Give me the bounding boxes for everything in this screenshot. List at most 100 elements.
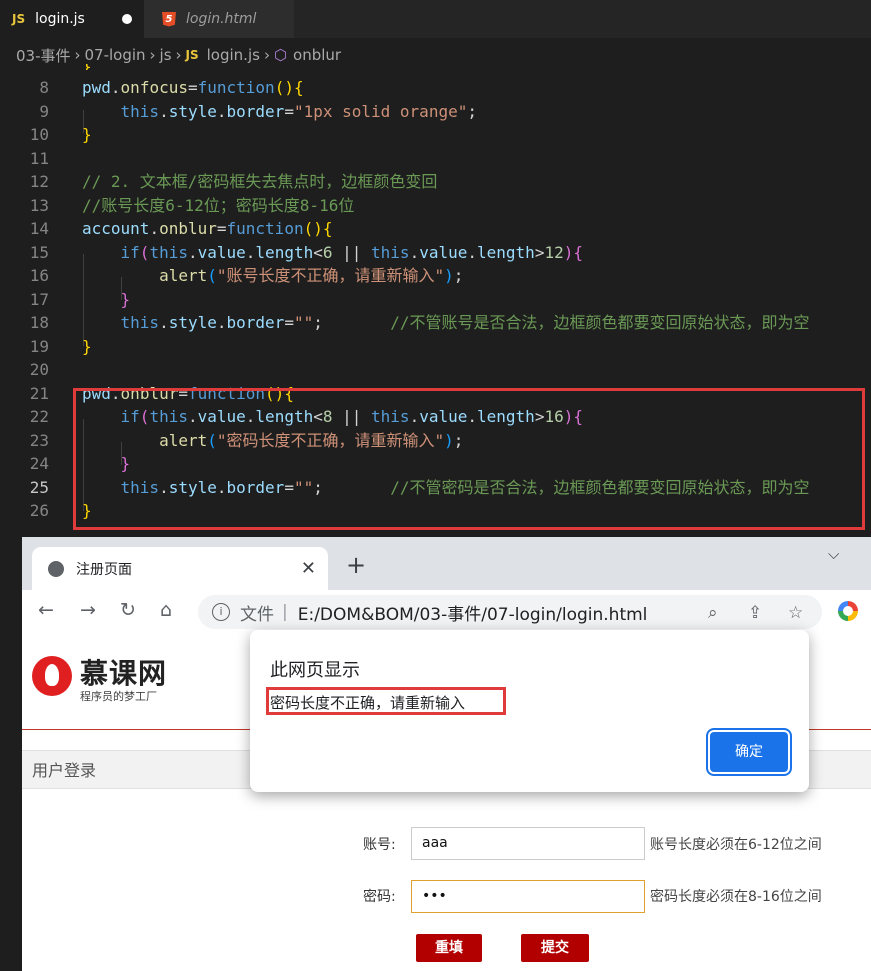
imooc-logo: 慕课网 程序员的梦工厂	[32, 652, 172, 704]
chevron-right-icon: ›	[263, 46, 270, 64]
code-line[interactable]: 10}	[0, 123, 871, 146]
address-bar[interactable]: i 文件 | E:/DOM&BOM/03-事件/07-login/login.h…	[198, 595, 822, 629]
code-token: .	[467, 242, 478, 262]
code-token: <	[313, 242, 323, 262]
code-token: onblur	[159, 219, 217, 238]
code-token: .	[409, 242, 420, 262]
line-number: 16	[29, 266, 49, 285]
unsaved-dot-icon[interactable]	[122, 14, 132, 24]
code-token: this	[120, 313, 160, 332]
code-token: =	[216, 219, 227, 238]
breadcrumb-item[interactable]: onblur	[293, 46, 341, 64]
code-line[interactable]: 12 // 2. 文本框/密码框失去焦点时，边框颜色变回	[0, 170, 871, 193]
divider: |	[282, 602, 288, 622]
line-number: 18	[29, 313, 49, 332]
flame-logo-icon	[32, 656, 72, 696]
code-token: ;	[467, 101, 477, 121]
tab-search-chevron-icon[interactable]: ⌵	[828, 545, 839, 563]
line-number: 10	[29, 125, 49, 144]
browser-tab[interactable]: 注册页面 ✕	[32, 547, 328, 590]
code-token: pwd	[82, 78, 111, 97]
code-line[interactable]: 15 if(this.value.length<6 || this.value.…	[0, 241, 871, 264]
code-token: this	[149, 242, 188, 262]
code-line[interactable]: 11	[0, 147, 871, 170]
code-token: ""	[293, 313, 314, 332]
html5-file-icon: 5	[162, 11, 176, 27]
code-token: alert	[159, 266, 208, 285]
code-token: ;	[313, 313, 391, 332]
breadcrumb-item[interactable]: 03-事件	[16, 45, 71, 66]
tab-login-js[interactable]: JS login.js	[0, 0, 144, 38]
account-input[interactable]: aaa	[411, 827, 645, 860]
chrome-profile-icon[interactable]	[838, 601, 858, 621]
code-token: 6	[322, 242, 333, 262]
code-text: // 2. 文本框/密码框失去焦点时，边框颜色变回	[82, 170, 437, 193]
code-token: if	[120, 242, 140, 262]
address-url: E:/DOM&BOM/03-事件/07-login/login.html	[297, 604, 648, 625]
code-token: (	[139, 242, 150, 262]
javascript-file-icon: JS	[185, 48, 199, 62]
code-token: .	[159, 101, 169, 121]
reset-button[interactable]: 重填	[416, 934, 482, 962]
home-icon[interactable]: ⌂	[160, 599, 172, 621]
line-number: 24	[29, 454, 49, 473]
code-line[interactable]: 16 alert("账号长度不正确，请重新输入");	[0, 264, 871, 287]
back-arrow-icon[interactable]: ←	[38, 599, 54, 621]
alert-dialog: 此网页显示 密码长度不正确，请重新输入 确定	[250, 630, 809, 792]
code-token: (	[207, 266, 217, 285]
tab-label: login.html	[186, 11, 257, 27]
password-input[interactable]: •••	[411, 880, 645, 913]
share-icon[interactable]: ⇪	[748, 603, 762, 623]
line-number: 11	[29, 148, 49, 168]
code-token: .	[110, 78, 121, 97]
editor-tab-bar: JS login.js 5 login.html	[0, 0, 871, 38]
code-line[interactable]: 20	[0, 358, 871, 381]
chevron-right-icon: ›	[149, 46, 156, 64]
code-token: account	[82, 219, 150, 238]
code-token: style	[168, 313, 217, 332]
breadcrumb-item[interactable]: 07-login	[85, 46, 146, 64]
highlight-box	[266, 687, 506, 715]
info-icon[interactable]: i	[212, 603, 230, 621]
code-line[interactable]: 19}	[0, 335, 871, 358]
line-number: 23	[29, 430, 49, 450]
code-text: this.style.border=""; //不管账号是否合法，边框颜色都要变…	[82, 311, 810, 334]
code-line[interactable]: 9 this.style.border="1px solid orange";	[0, 100, 871, 123]
code-token: .	[216, 101, 227, 121]
submit-button[interactable]: 提交	[521, 934, 589, 962]
code-line[interactable]: 17 }	[0, 288, 871, 311]
tab-login-html[interactable]: 5 login.html	[144, 0, 294, 38]
browser-tab-strip: 注册页面 ✕ + ⌵	[22, 537, 871, 590]
dialog-title: 此网页显示	[270, 660, 360, 681]
javascript-file-icon: JS	[12, 12, 26, 26]
code-token: .	[245, 242, 256, 262]
code-line[interactable]: 8 pwd.onfocus=function(){	[0, 76, 871, 99]
code-text: account.onblur=function(){	[82, 217, 332, 240]
code-text: if(this.value.length<6 || this.value.len…	[82, 241, 583, 264]
breadcrumb-item[interactable]: login.js	[207, 46, 260, 64]
code-line[interactable]: 14 account.onblur=function(){	[0, 217, 871, 240]
code-token: function	[197, 78, 275, 97]
highlight-box	[73, 388, 865, 530]
code-token: ;	[453, 266, 464, 285]
ok-button[interactable]: 确定	[710, 732, 788, 772]
code-line[interactable]: 18 this.style.border=""; //不管账号是否合法，边框颜色…	[0, 311, 871, 334]
browser-toolbar: ← → ↻ ⌂ i 文件 | E:/DOM&BOM/03-事件/07-login…	[22, 590, 871, 634]
code-line[interactable]: 13 //账号长度6-12位；密码长度8-16位	[0, 194, 871, 217]
bookmark-star-icon[interactable]: ☆	[788, 603, 803, 623]
new-tab-plus-icon[interactable]: +	[346, 551, 366, 579]
code-token: this	[120, 101, 160, 121]
code-token: )	[444, 266, 454, 285]
breadcrumb-item[interactable]: js	[160, 46, 172, 64]
close-icon[interactable]: ✕	[301, 558, 316, 579]
code-token: }	[120, 289, 131, 309]
zoom-icon[interactable]: ⌕	[708, 603, 718, 623]
logo-name: 慕课网	[80, 657, 168, 690]
reload-icon[interactable]: ↻	[120, 599, 136, 621]
code-token: .	[187, 242, 198, 262]
globe-icon	[48, 560, 64, 577]
code-token: value	[197, 242, 246, 262]
chevron-right-icon: ›	[74, 46, 81, 64]
forward-arrow-icon[interactable]: →	[80, 599, 96, 621]
